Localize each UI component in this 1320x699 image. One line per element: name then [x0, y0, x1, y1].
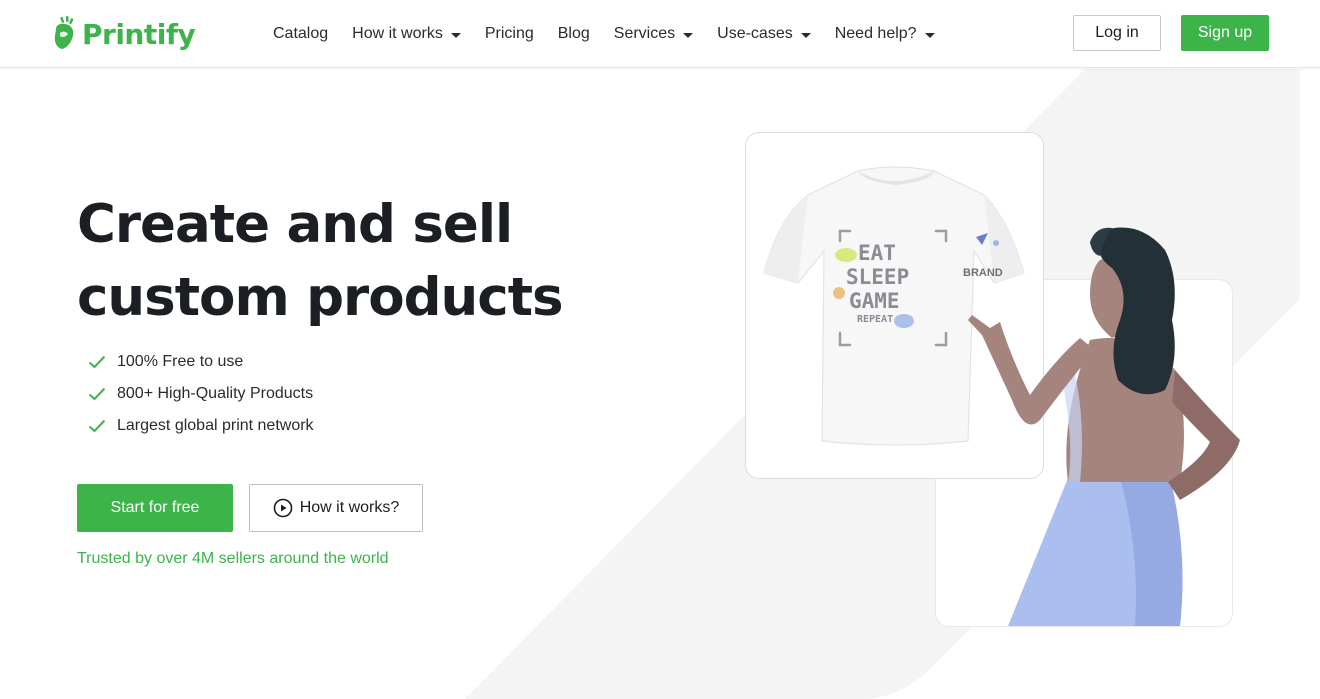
nav-item-blog[interactable]: Blog: [558, 25, 590, 43]
caret-down-icon: [800, 32, 811, 38]
feature-item: 800+ High-Quality Products: [88, 378, 314, 410]
caret-down-icon: [450, 32, 461, 38]
trusted-text: Trusted by over 4M sellers around the wo…: [77, 550, 389, 567]
logo-text: Printify: [82, 17, 196, 51]
hero-title-line-1: Create and sell: [77, 194, 513, 255]
main-nav: Catalog How it works Pricing Blog Servic…: [273, 0, 959, 68]
feature-item: 100% Free to use: [88, 346, 314, 378]
hero-title: Create and sell custom products: [77, 188, 637, 334]
nav-item-how-it-works[interactable]: How it works: [352, 25, 461, 43]
how-it-works-button[interactable]: How it works?: [249, 484, 423, 532]
feature-list: 100% Free to use 800+ High-Quality Produ…: [88, 346, 314, 442]
shirt-design-line: EAT: [858, 241, 896, 265]
start-for-free-button[interactable]: Start for free: [77, 484, 233, 532]
login-button[interactable]: Log in: [1073, 15, 1161, 51]
play-circle-icon: [273, 498, 293, 518]
checkmark-icon: [88, 419, 106, 433]
printify-logo[interactable]: Printify: [52, 14, 196, 54]
nav-item-pricing[interactable]: Pricing: [485, 25, 534, 43]
printify-logo-icon: [54, 16, 74, 49]
shirt-design-line: SLEEP: [846, 265, 910, 289]
caret-down-icon: [924, 32, 935, 38]
caret-down-icon: [683, 32, 694, 38]
nav-item-services[interactable]: Services: [614, 25, 694, 43]
shirt-design-line: REPEAT: [857, 314, 894, 325]
checkmark-icon: [88, 387, 106, 401]
feature-item: Largest global print network: [88, 410, 314, 442]
woman-illustration: [968, 227, 1240, 626]
nav-item-use-cases[interactable]: Use-cases: [717, 25, 811, 43]
shirt-design-line: GAME: [849, 289, 900, 313]
hero-title-line-2: custom products: [77, 267, 564, 328]
checkmark-icon: [88, 355, 106, 369]
how-it-works-label: How it works?: [299, 499, 400, 516]
nav-item-need-help[interactable]: Need help?: [835, 25, 935, 43]
nav-item-catalog[interactable]: Catalog: [273, 25, 328, 43]
site-header: Printify Catalog How it works Pricing Bl…: [0, 0, 1320, 68]
signup-button[interactable]: Sign up: [1181, 15, 1269, 51]
